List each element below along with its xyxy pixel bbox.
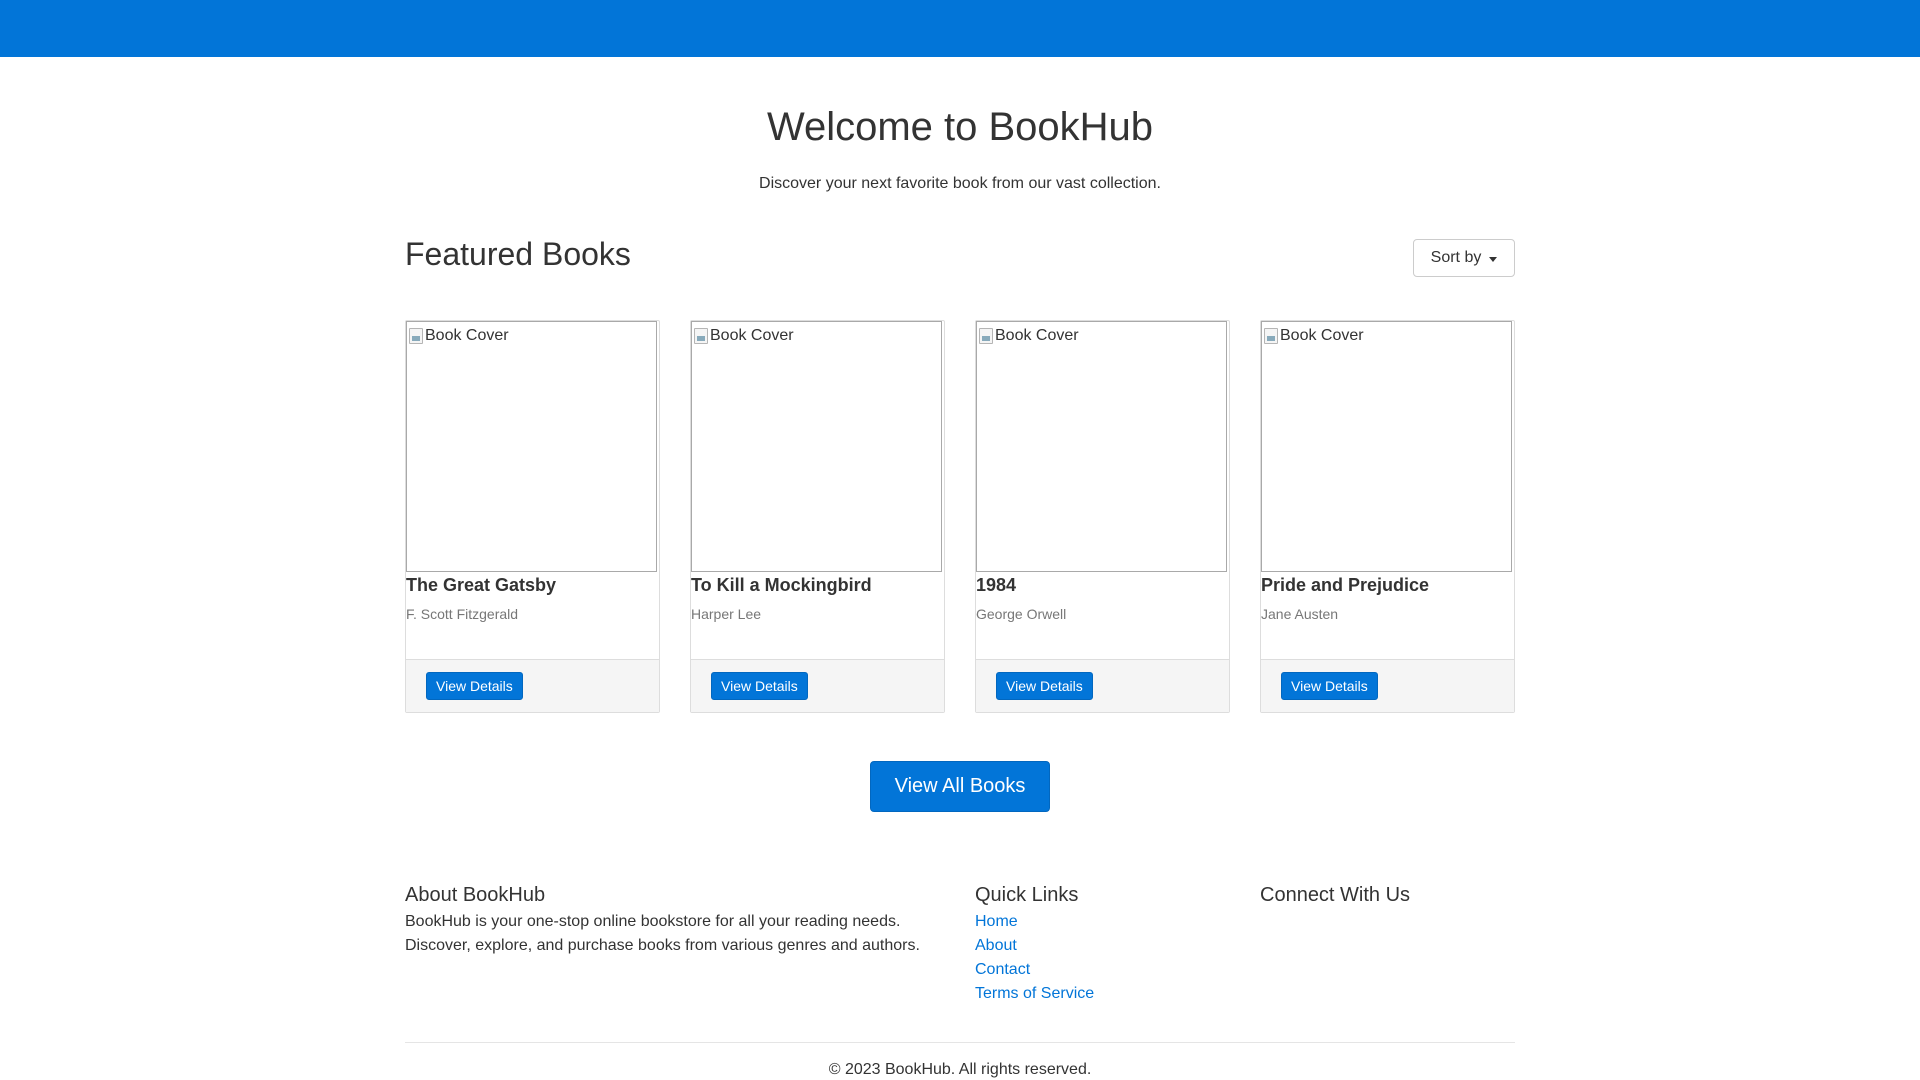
book-title: To Kill a Mockingbird [691, 575, 872, 595]
book-title: The Great Gatsby [406, 575, 557, 595]
book-author: Jane Austen [1261, 606, 1339, 622]
book-cover-image: Book Cover [691, 321, 942, 572]
book-title: Pride and Prejudice [1261, 575, 1430, 595]
copyright-text: © 2023 BookHub. All rights reserved. [828, 1061, 1092, 1078]
hero-subtitle: Discover your next favorite book from ou… [759, 175, 1161, 192]
book-card: Book Cover 1984 George Orwell View Detai… [975, 320, 1230, 713]
footer-connect-title: Connect With Us [1260, 884, 1411, 906]
card-footer: View Details [406, 659, 659, 712]
quick-links-list: Home About Contact Terms of Service [975, 910, 1230, 1006]
footer-link-about[interactable]: About [975, 937, 1017, 954]
view-details-button[interactable]: View Details [711, 672, 808, 700]
footer-connect-section: Connect With Us [1260, 880, 1515, 910]
footer-about-title: About BookHub [405, 884, 546, 906]
top-navbar [0, 0, 1920, 57]
book-author: Harper Lee [691, 606, 762, 622]
view-all-books-button[interactable]: View All Books [870, 761, 1050, 812]
book-author: George Orwell [976, 606, 1067, 622]
book-title: 1984 [976, 575, 1017, 595]
footer-link-home[interactable]: Home [975, 913, 1018, 930]
footer-about-section: About BookHub BookHub is your one-stop o… [405, 880, 945, 958]
book-cover-image: Book Cover [1261, 321, 1512, 572]
footer-link-terms[interactable]: Terms of Service [975, 985, 1094, 1002]
featured-books-title: Featured Books [405, 236, 631, 272]
view-details-button[interactable]: View Details [426, 672, 523, 700]
book-card-grid: Book Cover The Great Gatsby F. Scott Fit… [405, 320, 1515, 713]
hero-title: Welcome to BookHub [766, 105, 1154, 149]
caret-down-icon [1489, 256, 1498, 262]
book-card: Book Cover Pride and Prejudice Jane Aust… [1260, 320, 1515, 713]
book-cover-image: Book Cover [976, 321, 1227, 572]
book-card: Book Cover To Kill a Mockingbird Harper … [690, 320, 945, 713]
book-card: Book Cover The Great Gatsby F. Scott Fit… [405, 320, 660, 713]
broken-image-icon [694, 328, 708, 344]
view-details-button[interactable]: View Details [1281, 672, 1378, 700]
sort-by-label: Sort by [1430, 249, 1482, 266]
view-details-button[interactable]: View Details [996, 672, 1093, 700]
book-cover-alt-text: Book Cover [995, 327, 1079, 344]
sort-by-dropdown[interactable]: Sort by [1413, 239, 1515, 277]
book-cover-image: Book Cover [406, 321, 657, 572]
footer-quick-links-section: Quick Links Home About Contact Terms of … [975, 880, 1230, 1006]
card-footer: View Details [691, 659, 944, 712]
footer-about-text-line: Discover, explore, and purchase books fr… [405, 937, 920, 954]
footer-about-text-line: BookHub is your one-stop online bookstor… [405, 913, 901, 930]
footer-link-contact[interactable]: Contact [975, 961, 1030, 978]
broken-image-icon [1264, 328, 1278, 344]
broken-image-icon [409, 328, 423, 344]
broken-image-icon [979, 328, 993, 344]
book-author: F. Scott Fitzgerald [406, 606, 519, 622]
book-cover-alt-text: Book Cover [1280, 327, 1364, 344]
card-footer: View Details [1261, 659, 1514, 712]
card-footer: View Details [976, 659, 1229, 712]
footer-quick-links-title: Quick Links [975, 884, 1079, 906]
book-cover-alt-text: Book Cover [425, 327, 509, 344]
book-cover-alt-text: Book Cover [710, 327, 794, 344]
footer-divider [405, 1042, 1515, 1043]
